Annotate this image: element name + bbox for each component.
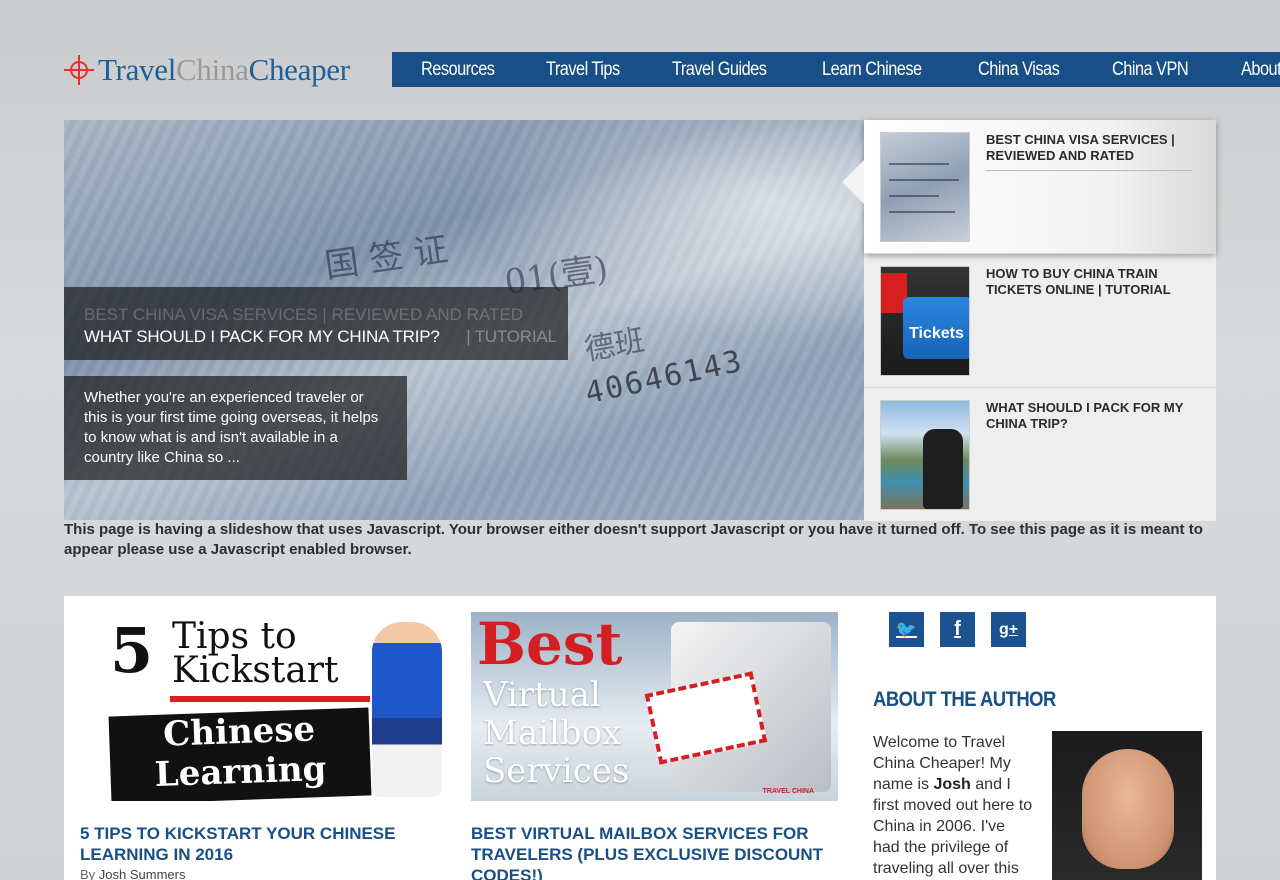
soccer-kid-illustration	[372, 622, 442, 797]
nav-travel-tips[interactable]: Travel Tips	[546, 59, 620, 81]
author-bio: Welcome to Travel China Cheaper! My name…	[873, 734, 1033, 877]
slide-description: Whether you're an experienced traveler o…	[84, 389, 379, 466]
slider-nav-item[interactable]: BEST CHINA VISA SERVICES | REVIEWED AND …	[842, 120, 1216, 254]
author-avatar	[1052, 731, 1202, 880]
slide-ghost-title: BEST CHINA VISA SERVICES | REVIEWED AND …	[84, 305, 523, 324]
slider-nav-list: BEST CHINA VISA SERVICES | REVIEWED AND …	[842, 120, 1216, 522]
post-author-link[interactable]: Josh Summers	[99, 867, 186, 880]
nav-china-vpn[interactable]: China VPN	[1112, 59, 1189, 81]
featured-slider[interactable]: 国 签 证 01(壹) 德班 40646143 BEST CHINA VISA …	[64, 120, 864, 520]
noscript-notice: This page is having a slideshow that use…	[64, 521, 1203, 558]
post-byline: By Josh Summers	[80, 867, 186, 880]
post-title[interactable]: 5 TIPS TO KICKSTART YOUR CHINESE LEARNIN…	[80, 823, 447, 865]
nav-china-visas[interactable]: China Visas	[978, 59, 1060, 81]
nav-learn-chinese[interactable]: Learn Chinese	[822, 59, 922, 81]
content-area: 5 Tips to Kickstart Chinese Learning 5 TIP…	[64, 596, 1216, 880]
twitter-icon[interactable]: 🐦	[889, 612, 924, 647]
tickets-keyboard-thumbnail: Tickets	[880, 266, 970, 376]
crosshair-logo-icon	[64, 55, 94, 85]
logo-text: TravelChinaCheaper	[98, 52, 350, 87]
slider-nav-label: BEST CHINA VISA SERVICES | REVIEWED AND …	[986, 132, 1192, 171]
post-card: Best Virtual Mailbox Services TRAVEL CHINA…	[471, 612, 838, 880]
about-author-heading: ABOUT THE AUTHOR	[873, 688, 1056, 711]
nav-travel-guides[interactable]: Travel Guides	[672, 59, 767, 81]
slider-nav-item[interactable]: Tickets HOW TO BUY CHINA TRAIN TICKETS O…	[864, 254, 1216, 388]
google-plus-icon[interactable]: g+	[991, 612, 1026, 647]
visa-stamp-decoration: 国 签 证	[322, 229, 451, 287]
post-featured-image[interactable]: Best Virtual Mailbox Services TRAVEL CHINA	[471, 612, 838, 801]
nav-resources[interactable]: Resources	[421, 59, 495, 81]
active-pointer-icon	[842, 160, 864, 204]
visa-stamp-decoration: 德班	[582, 323, 648, 368]
slider-nav-item[interactable]: WHAT SHOULD I PACK FOR MY CHINA TRIP?	[864, 388, 1216, 522]
post-featured-image[interactable]: 5 Tips to Kickstart Chinese Learning	[80, 612, 447, 801]
slide-description-box: Whether you're an experienced traveler o…	[64, 376, 407, 480]
post-card: 5 Tips to Kickstart Chinese Learning 5 TIP…	[80, 612, 447, 880]
site-logo[interactable]: TravelChinaCheaper	[64, 52, 350, 88]
slider-nav-label: WHAT SHOULD I PACK FOR MY CHINA TRIP?	[986, 400, 1184, 431]
passport-visa-thumbnail	[880, 132, 970, 242]
nav-about[interactable]: About	[1241, 59, 1280, 81]
post-title[interactable]: BEST VIRTUAL MAILBOX SERVICES FOR TRAVEL…	[471, 823, 838, 880]
facebook-icon[interactable]: f	[940, 612, 975, 647]
main-nav: Resources Travel Tips Travel Guides Lear…	[392, 52, 1280, 87]
slide-title[interactable]: WHAT SHOULD I PACK FOR MY CHINA TRIP? | …	[84, 327, 557, 347]
slider-nav-label: HOW TO BUY CHINA TRAIN TICKETS ONLINE | …	[986, 266, 1171, 297]
backpack-lake-thumbnail	[880, 400, 970, 510]
